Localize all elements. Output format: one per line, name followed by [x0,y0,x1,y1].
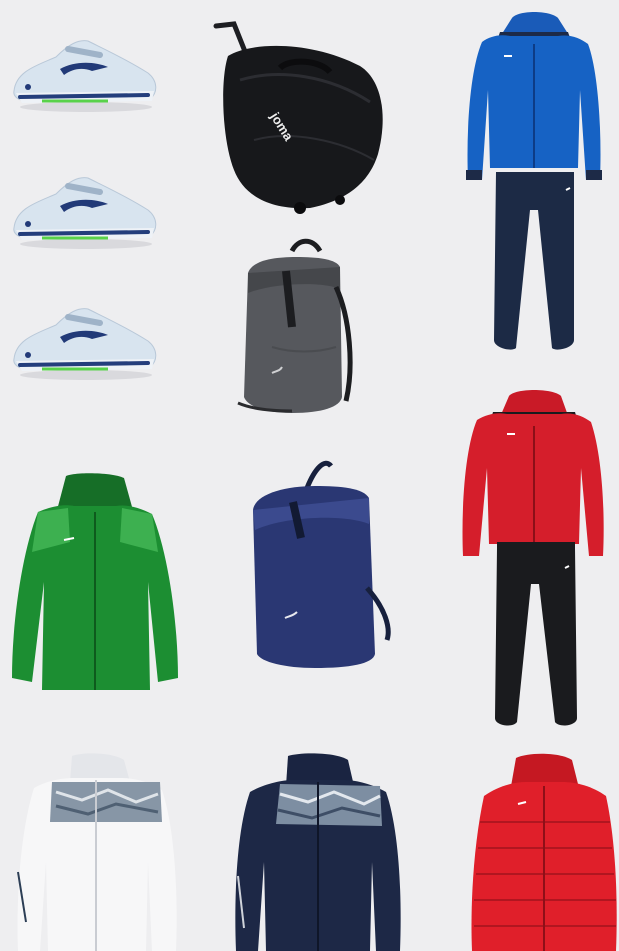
tracksuit-icon [462,390,604,726]
backpack-icon [237,238,353,413]
jacket-icon [12,473,178,690]
rolltop-backpack-navy [245,458,395,670]
rolltop-backpack-grey [232,237,360,415]
shoe-icon [13,40,157,112]
trolley-bag-icon: joma [213,21,383,214]
tracksuit-red [457,388,612,728]
hoodie-white [12,752,180,951]
tracksuit-icon [466,12,602,350]
puffer-jacket-red [470,752,618,951]
hoodie-icon [235,753,401,951]
product-collage: joma [0,0,619,951]
hoodie-icon [17,753,177,951]
hoodie-navy [230,752,406,951]
tennis-shoe-1 [8,35,158,113]
backpack-icon [253,460,391,668]
puffer-icon [471,753,617,951]
tennis-shoe-2 [8,172,158,250]
tennis-shoe-3 [8,303,158,381]
shoe-icon [13,308,157,380]
tracksuit-blue [460,10,608,355]
rain-jacket-green [8,472,183,694]
wheeled-duffel-bag: joma [210,20,390,215]
shoe-icon [13,177,157,249]
